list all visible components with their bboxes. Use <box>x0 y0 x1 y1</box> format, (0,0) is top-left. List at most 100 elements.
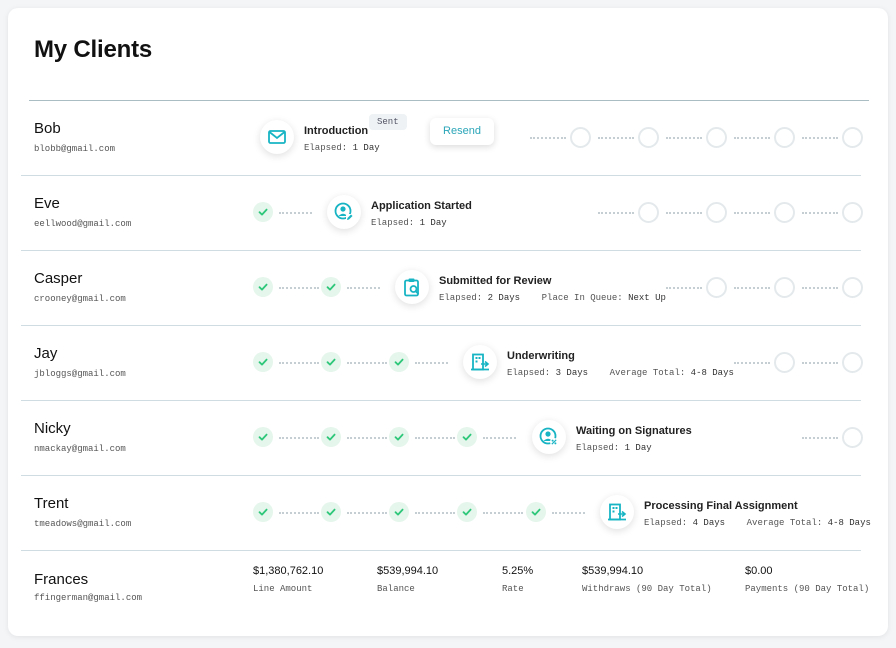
mail-icon <box>260 120 294 154</box>
step-connector <box>734 287 770 289</box>
status-badge: Sent <box>369 114 407 130</box>
elapsed-label: Elapsed: <box>371 218 415 228</box>
stage-title: Underwriting <box>507 350 575 362</box>
extra-label: Average Total: <box>609 368 686 378</box>
clipboard-search-icon <box>395 270 429 304</box>
step-connector <box>347 437 387 439</box>
step-connector <box>598 137 634 139</box>
client-name: Eve <box>34 195 60 212</box>
step-connector <box>279 512 319 514</box>
client-name: Casper <box>34 270 83 287</box>
extra-value: Next Up <box>628 293 666 303</box>
step-connector <box>666 137 702 139</box>
resend-button[interactable]: Resend <box>430 118 494 145</box>
client-name: Jay <box>34 345 58 362</box>
pending-step-circle <box>638 202 659 223</box>
step-connector <box>279 437 319 439</box>
step-connector <box>347 512 387 514</box>
step-connector <box>279 362 319 364</box>
user-percent-icon <box>532 420 566 454</box>
elapsed-label: Elapsed: <box>644 518 688 528</box>
completed-step-check-icon <box>253 202 273 222</box>
elapsed-value: 4 Days <box>692 518 726 528</box>
elapsed-label: Elapsed: <box>439 293 483 303</box>
pending-step-circle <box>842 202 863 223</box>
row-divider <box>21 550 861 551</box>
balance-label: Balance <box>377 584 415 594</box>
row-divider <box>21 175 861 176</box>
extra-label: Place In Queue: <box>541 293 623 303</box>
completed-step-check-icon <box>321 277 341 297</box>
step-connector <box>802 437 838 439</box>
step-connector <box>666 212 702 214</box>
user-edit-icon <box>327 195 361 229</box>
stage-title: Application Started <box>371 200 472 212</box>
step-connector <box>483 512 523 514</box>
client-email: eellwood@gmail.com <box>34 219 132 229</box>
stage-meta: Elapsed: 1 Day <box>576 443 652 453</box>
extra-label: Average Total: <box>746 518 823 528</box>
client-email: tmeadows@gmail.com <box>34 519 132 529</box>
client-name: Nicky <box>34 420 71 437</box>
completed-step-check-icon <box>253 502 273 522</box>
completed-step-check-icon <box>253 427 273 447</box>
row-divider <box>21 400 861 401</box>
step-connector <box>279 287 319 289</box>
pending-step-circle <box>774 127 795 148</box>
rate-value: 5.25% <box>502 565 534 577</box>
line-amount-value: $1,380,762.10 <box>253 565 324 577</box>
client-name: Bob <box>34 120 61 137</box>
elapsed-value: 1 Day <box>352 143 380 153</box>
row-divider <box>21 475 861 476</box>
elapsed-value: 1 Day <box>624 443 652 453</box>
step-connector <box>530 137 566 139</box>
stage-meta: Elapsed: 2 Days Place In Queue: Next Up <box>439 293 666 303</box>
pending-step-circle <box>706 202 727 223</box>
step-connector <box>415 512 455 514</box>
pending-step-circle <box>842 352 863 373</box>
withdraws-value: $539,994.10 <box>582 565 644 577</box>
completed-step-check-icon <box>457 427 477 447</box>
step-connector <box>415 437 455 439</box>
client-name: Frances <box>34 571 89 588</box>
stage-meta: Elapsed: 3 Days Average Total: 4-8 Days <box>507 368 734 378</box>
stage-title: Introduction <box>304 125 369 137</box>
pending-step-circle <box>570 127 591 148</box>
step-connector <box>347 287 380 289</box>
client-email: jbloggs@gmail.com <box>34 369 126 379</box>
step-connector <box>552 512 585 514</box>
stage-title: Submitted for Review <box>439 275 552 287</box>
completed-step-check-icon <box>321 427 341 447</box>
pending-step-circle <box>842 127 863 148</box>
completed-step-check-icon <box>457 502 477 522</box>
elapsed-label: Elapsed: <box>507 368 551 378</box>
step-connector <box>483 437 516 439</box>
balance-value: $539,994.10 <box>377 565 439 577</box>
stage-meta: Elapsed: 4 Days Average Total: 4-8 Days <box>644 518 871 528</box>
elapsed-value: 2 Days <box>487 293 521 303</box>
step-connector <box>347 362 387 364</box>
step-connector <box>802 287 838 289</box>
building-arrow-icon <box>463 345 497 379</box>
extra-value: 4-8 Days <box>827 518 871 528</box>
row-divider <box>21 250 861 251</box>
elapsed-label: Elapsed: <box>304 143 348 153</box>
completed-step-check-icon <box>389 352 409 372</box>
pending-step-circle <box>774 202 795 223</box>
step-connector <box>802 362 838 364</box>
step-connector <box>734 137 770 139</box>
extra-value: 4-8 Days <box>690 368 734 378</box>
elapsed-value: 3 Days <box>555 368 589 378</box>
step-connector <box>734 212 770 214</box>
pending-step-circle <box>842 277 863 298</box>
completed-step-check-icon <box>321 502 341 522</box>
completed-step-check-icon <box>526 502 546 522</box>
step-connector <box>802 137 838 139</box>
pending-step-circle <box>706 277 727 298</box>
line-amount-label: Line Amount <box>253 584 313 594</box>
step-connector <box>734 362 770 364</box>
pending-step-circle <box>638 127 659 148</box>
stage-title: Waiting on Signatures <box>576 425 692 437</box>
row-divider <box>21 325 861 326</box>
pending-step-circle <box>706 127 727 148</box>
